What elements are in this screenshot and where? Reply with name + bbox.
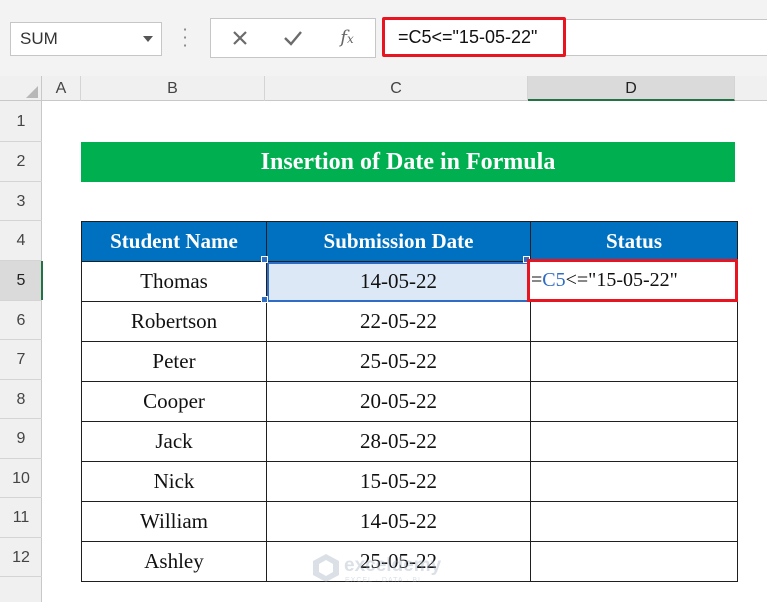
formula-actions: fx [210,18,376,58]
row-header-9[interactable]: 9 [0,419,42,459]
row-header-6[interactable]: 6 [0,301,42,340]
sheet-title[interactable]: Insertion of Date in Formula [81,142,735,182]
row-header-12[interactable]: 12 [0,538,42,577]
formula-suffix: <="15-05-22" [565,269,678,291]
cell-student-name[interactable]: Ashley [81,541,267,582]
formula-input-extension[interactable] [566,19,767,56]
formula-input[interactable]: =C5<="15-05-22" [382,17,566,57]
header-status[interactable]: Status [530,221,738,262]
cell-submission-date[interactable]: 25-05-22 [266,341,531,382]
cell-student-name[interactable]: Nick [81,461,267,502]
name-box[interactable]: SUM [10,22,162,56]
row-header-8[interactable]: 8 [0,380,42,419]
cell-status[interactable] [530,461,738,502]
row-header-5[interactable]: 5 [0,261,43,301]
insert-function-icon[interactable]: fx [331,19,363,57]
cell-status[interactable] [530,301,738,342]
row-header-11[interactable]: 11 [0,498,42,538]
table-row: Peter 25-05-22 [81,341,738,382]
cell-student-name[interactable]: Peter [81,341,267,382]
formula-prefix: = [531,269,543,291]
cell-submission-date[interactable]: 22-05-22 [266,301,531,342]
cell-student-name[interactable]: Robertson [81,301,267,342]
cancel-icon[interactable] [225,19,255,57]
cell-status[interactable] [530,381,738,422]
table-header-row: Student Name Submission Date Status [81,221,738,262]
cell-student-name[interactable]: William [81,501,267,542]
header-student-name[interactable]: Student Name [81,221,267,262]
row-header-7[interactable]: 7 [0,340,42,380]
column-header-a[interactable]: A [42,76,81,101]
more-options-icon[interactable]: · · · [180,22,190,54]
cell-submission-date[interactable]: 14-05-22 [266,501,531,542]
watermark-name: exceldemy [344,555,442,576]
column-header-d[interactable]: D [528,76,735,101]
cell-status[interactable] [530,341,738,382]
table-row: Nick 15-05-22 [81,461,738,502]
table-row: Jack 28-05-22 [81,421,738,462]
active-cell-editor[interactable]: =C5<="15-05-22" [527,259,738,302]
selection-handle[interactable] [261,256,268,263]
selection-handle[interactable] [261,296,268,303]
enter-check-icon[interactable] [278,19,308,57]
formula-text: =C5<="15-05-22" [398,27,538,47]
cell-status[interactable] [530,541,738,582]
name-box-value: SUM [20,29,58,48]
row-header-4[interactable]: 4 [0,221,42,261]
cell-submission-date[interactable]: 28-05-22 [266,421,531,462]
cell-submission-date[interactable]: 14-05-22 [266,261,531,302]
row-header-3[interactable]: 3 [0,182,42,221]
table-row: Robertson 22-05-22 [81,301,738,342]
watermark-tagline: EXCEL · DATA · BI [345,577,421,584]
cell-student-name[interactable]: Cooper [81,381,267,422]
row-header-1[interactable]: 1 [0,101,42,142]
table-row: William 14-05-22 [81,501,738,542]
cell-status[interactable] [530,421,738,462]
select-all-corner[interactable] [0,76,42,101]
column-header-b[interactable]: B [81,76,265,101]
cell-submission-date[interactable]: 20-05-22 [266,381,531,422]
cell-status[interactable] [530,501,738,542]
cell-student-name[interactable]: Thomas [81,261,267,302]
formula-cell-reference: C5 [542,269,566,291]
table-row: Cooper 20-05-22 [81,381,738,422]
exceldemy-logo-icon [313,554,339,582]
column-header-c[interactable]: C [265,76,528,101]
row-header-10[interactable]: 10 [0,459,42,498]
header-submission-date[interactable]: Submission Date [266,221,531,262]
cell-student-name[interactable]: Jack [81,421,267,462]
name-box-dropdown-icon[interactable] [143,36,153,42]
exceldemy-watermark: exceldemy EXCEL · DATA · BI [312,553,462,587]
cell-submission-date[interactable]: 15-05-22 [266,461,531,502]
row-header-2[interactable]: 2 [0,142,42,182]
